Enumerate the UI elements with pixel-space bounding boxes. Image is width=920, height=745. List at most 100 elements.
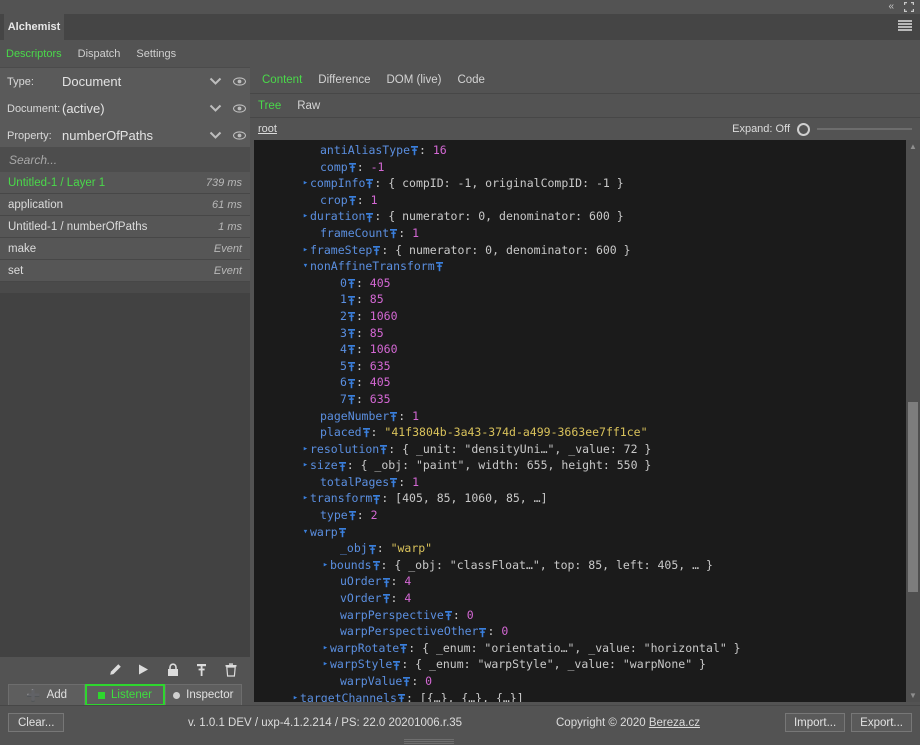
eye-icon[interactable] bbox=[228, 131, 250, 140]
chevron-right-icon[interactable]: ▸ bbox=[291, 690, 300, 702]
tab-dom-live[interactable]: DOM (live) bbox=[387, 74, 442, 86]
scroll-up-arrow[interactable]: ▲ bbox=[906, 140, 920, 153]
tree-row[interactable]: frameCount: 1 bbox=[254, 225, 906, 242]
add-button[interactable]: ➕ Add bbox=[8, 684, 85, 706]
field-property-value[interactable]: numberOfPaths bbox=[62, 128, 202, 143]
tree-row[interactable]: ▸resolution: { _unit: "densityUni…", _va… bbox=[254, 441, 906, 458]
tree-row[interactable]: 6: 405 bbox=[254, 374, 906, 391]
tree-row[interactable]: ▸size: { _obj: "paint", width: 655, heig… bbox=[254, 457, 906, 474]
bereza-link[interactable]: Bereza.cz bbox=[649, 717, 700, 729]
chevron-right-icon[interactable]: ▸ bbox=[321, 640, 330, 657]
lock-icon[interactable] bbox=[165, 662, 180, 677]
nav-settings[interactable]: Settings bbox=[136, 48, 176, 60]
list-item[interactable]: Untitled-1 / numberOfPaths 1 ms bbox=[0, 216, 250, 238]
tree-row[interactable]: 1: 85 bbox=[254, 291, 906, 308]
tree-row[interactable]: ▸frameStep: { numerator: 0, denominator:… bbox=[254, 242, 906, 259]
pencil-icon[interactable] bbox=[107, 662, 122, 677]
play-icon[interactable] bbox=[136, 662, 151, 677]
tree-row[interactable]: totalPages: 1 bbox=[254, 474, 906, 491]
chevron-right-icon[interactable]: ▸ bbox=[301, 175, 310, 192]
clear-button[interactable]: Clear... bbox=[8, 713, 64, 732]
tab-code[interactable]: Code bbox=[457, 74, 485, 86]
chevron-right-icon[interactable]: ▸ bbox=[321, 557, 330, 574]
tree-row[interactable]: crop: 1 bbox=[254, 192, 906, 209]
field-type-value[interactable]: Document bbox=[62, 74, 202, 89]
tab-content[interactable]: Content bbox=[262, 74, 302, 86]
tree-row[interactable]: ▸warpStyle: { _enum: "warpStyle", _value… bbox=[254, 656, 906, 673]
chevron-right-icon[interactable]: ▸ bbox=[301, 490, 310, 507]
tree-row[interactable]: comp: -1 bbox=[254, 159, 906, 176]
tree-row[interactable]: ▸transform: [405, 85, 1060, 85, …] bbox=[254, 490, 906, 507]
chevron-right-icon[interactable]: ▸ bbox=[321, 656, 330, 673]
scroll-down-arrow[interactable]: ▼ bbox=[906, 689, 920, 702]
expand-track[interactable] bbox=[817, 128, 912, 130]
tree-row[interactable]: 0: 405 bbox=[254, 275, 906, 292]
trash-icon[interactable] bbox=[223, 662, 238, 677]
expand-toggle[interactable]: Expand: Off bbox=[732, 123, 912, 136]
subtab-tree[interactable]: Tree bbox=[258, 100, 281, 112]
tree-row[interactable]: uOrder: 4 bbox=[254, 573, 906, 590]
expand-knob[interactable] bbox=[797, 123, 810, 136]
tree-row[interactable]: ▸compInfo: { compID: -1, originalCompID:… bbox=[254, 175, 906, 192]
tree-scrollbar[interactable]: ▲ ▼ bbox=[906, 140, 920, 702]
tree-row[interactable]: warpPerspectiveOther: 0 bbox=[254, 623, 906, 640]
tab-difference[interactable]: Difference bbox=[318, 74, 370, 86]
chevron-down-icon[interactable]: ▾ bbox=[301, 524, 310, 541]
descriptors-nav: Descriptors Dispatch Settings bbox=[0, 40, 250, 67]
tree-row[interactable]: ▸duration: { numerator: 0, denominator: … bbox=[254, 208, 906, 225]
eye-icon[interactable] bbox=[228, 77, 250, 86]
tree-row[interactable]: ▸warpRotate: { _enum: "orientatio…", _va… bbox=[254, 640, 906, 657]
list-item[interactable]: set Event bbox=[0, 260, 250, 282]
pin-icon[interactable] bbox=[194, 662, 209, 677]
tree-row[interactable]: 2: 1060 bbox=[254, 308, 906, 325]
tree-row[interactable]: ▸bounds: { _obj: "classFloat…", top: 85,… bbox=[254, 557, 906, 574]
chevron-down-icon[interactable] bbox=[202, 77, 228, 86]
chevron-right-icon[interactable]: ▸ bbox=[301, 441, 310, 458]
search-input[interactable] bbox=[7, 152, 241, 168]
dot-icon bbox=[173, 692, 180, 699]
listener-button[interactable]: Listener bbox=[85, 684, 164, 706]
tree-colon: : bbox=[453, 607, 467, 624]
export-button[interactable]: Export... bbox=[851, 713, 912, 732]
tree-row[interactable]: vOrder: 4 bbox=[254, 590, 906, 607]
scrollbar-thumb[interactable] bbox=[908, 402, 918, 592]
field-document-value[interactable]: (active) bbox=[62, 101, 202, 116]
tree-row[interactable]: ▾warp bbox=[254, 524, 906, 541]
tree-row[interactable]: ▾nonAffineTransform bbox=[254, 258, 906, 275]
list-item[interactable]: make Event bbox=[0, 238, 250, 260]
maximize-icon[interactable] bbox=[904, 2, 914, 12]
hamburger-menu-icon[interactable] bbox=[898, 20, 912, 31]
tab-alchemist[interactable]: Alchemist bbox=[4, 14, 64, 40]
nav-dispatch[interactable]: Dispatch bbox=[78, 48, 121, 60]
tree-row[interactable]: antiAliasType: 16 bbox=[254, 142, 906, 159]
tree-row[interactable]: warpValue: 0 bbox=[254, 673, 906, 690]
list-item[interactable]: Untitled-1 / Layer 1 739 ms bbox=[0, 172, 250, 194]
tree-row[interactable]: 7: 635 bbox=[254, 391, 906, 408]
chevron-down-icon[interactable]: ▾ bbox=[301, 258, 310, 275]
inspector-button[interactable]: Inspector bbox=[165, 684, 242, 706]
tree-key: warpValue bbox=[340, 673, 402, 690]
tree-row[interactable]: type: 2 bbox=[254, 507, 906, 524]
tree-row[interactable]: pageNumber: 1 bbox=[254, 408, 906, 425]
chevron-down-icon[interactable] bbox=[202, 131, 228, 140]
list-item[interactable]: application 61 ms bbox=[0, 194, 250, 216]
tree-row[interactable]: placed: "41f3804b-3a43-374d-a499-3663ee7… bbox=[254, 424, 906, 441]
tree-viewer[interactable]: antiAliasType: 16comp: -1▸compInfo: { co… bbox=[254, 140, 906, 702]
resize-grip[interactable] bbox=[404, 739, 454, 743]
chevron-down-icon[interactable] bbox=[202, 104, 228, 113]
tree-row[interactable]: 5: 635 bbox=[254, 358, 906, 375]
tree-row[interactable]: 3: 85 bbox=[254, 325, 906, 342]
chevron-right-icon[interactable]: ▸ bbox=[301, 457, 310, 474]
double-chevron-left-icon[interactable]: « bbox=[888, 2, 894, 12]
tree-row[interactable]: 4: 1060 bbox=[254, 341, 906, 358]
tree-row[interactable]: ▸targetChannels: [{…}, {…}, {…}] bbox=[254, 690, 906, 702]
nav-descriptors[interactable]: Descriptors bbox=[6, 48, 62, 60]
chevron-right-icon[interactable]: ▸ bbox=[301, 208, 310, 225]
chevron-right-icon[interactable]: ▸ bbox=[301, 242, 310, 259]
subtab-raw[interactable]: Raw bbox=[297, 100, 320, 112]
breadcrumb[interactable]: root bbox=[258, 123, 277, 135]
eye-icon[interactable] bbox=[228, 104, 250, 113]
import-button[interactable]: Import... bbox=[785, 713, 845, 732]
tree-row[interactable]: warpPerspective: 0 bbox=[254, 607, 906, 624]
tree-row[interactable]: _obj: "warp" bbox=[254, 540, 906, 557]
